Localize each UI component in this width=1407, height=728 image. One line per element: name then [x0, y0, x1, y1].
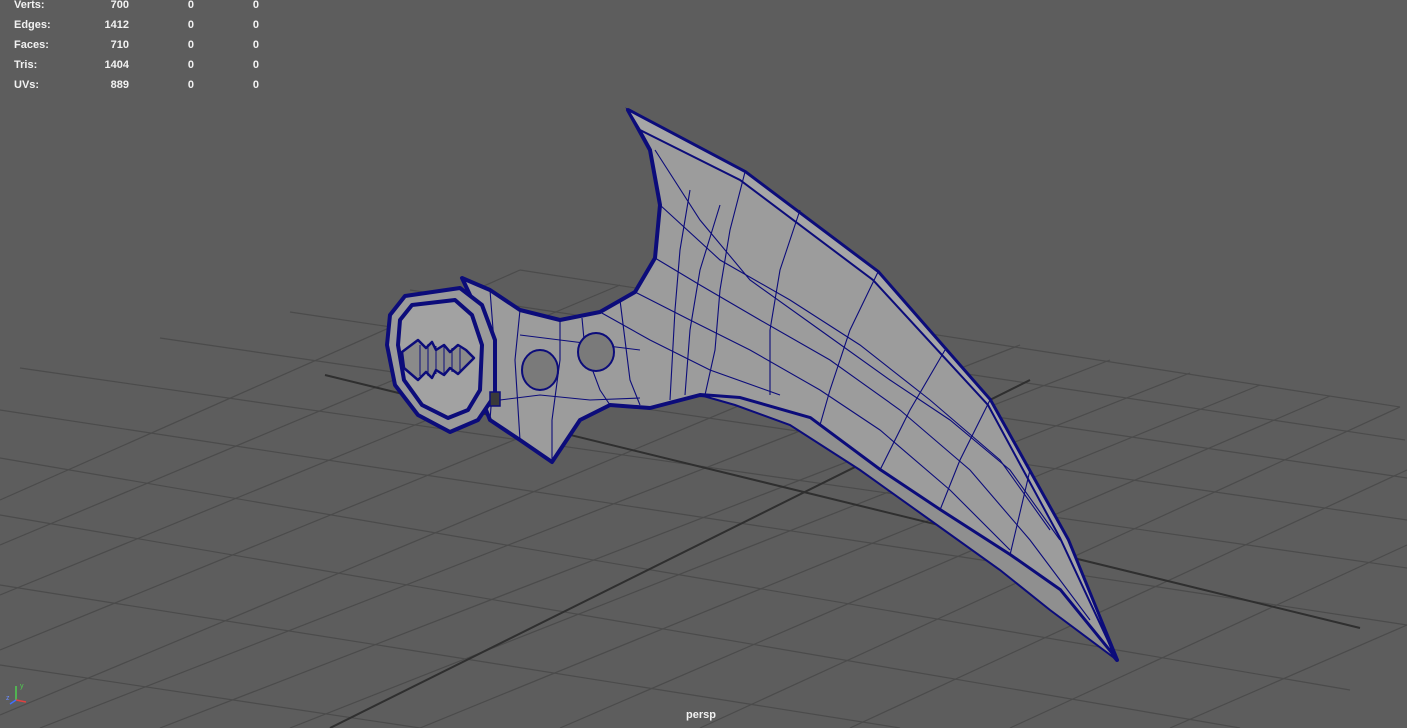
axis-gizmo-icon: y z	[6, 683, 27, 705]
viewport-scene[interactable]	[0, 0, 1407, 728]
gizmo-z-label: z	[6, 695, 10, 702]
gizmo-y-label: y	[20, 683, 24, 690]
hud-value: 700	[110, 0, 129, 11]
hud-label: Faces:	[14, 39, 49, 51]
hud-value: 1404	[104, 59, 129, 71]
hud-value: 710	[110, 39, 129, 51]
hud-value: 0	[187, 19, 194, 31]
hud-value: 0	[187, 39, 194, 51]
hud-value: 1412	[104, 19, 129, 31]
batarang-mesh[interactable]	[385, 107, 1119, 662]
poly-count-hud: Verts: 700 0 0 Edges: 1412 0 0 Faces: 71…	[0, 0, 270, 100]
hud-value: 0	[252, 59, 259, 71]
hud-value: 889	[110, 79, 129, 91]
camera-name-label: persp	[686, 709, 716, 721]
blade-hole-1	[521, 349, 559, 391]
hud-value: 0	[252, 0, 259, 11]
blade-hole-2	[577, 332, 615, 372]
hud-label: Tris:	[14, 59, 38, 71]
hud-label: UVs:	[14, 79, 40, 91]
hud-value: 0	[252, 79, 259, 91]
hud-value: 0	[187, 59, 194, 71]
hud-row-uvs: UVs: 889 0 0	[0, 79, 270, 100]
hud-label: Verts:	[14, 0, 45, 11]
hud-value: 0	[252, 39, 259, 51]
hud-value: 0	[187, 79, 194, 91]
hud-value: 0	[252, 19, 259, 31]
hud-value: 0	[187, 0, 194, 11]
rivet	[489, 391, 501, 407]
hud-label: Edges:	[14, 19, 51, 31]
perspective-viewport[interactable]: Verts: 700 0 0 Edges: 1412 0 0 Faces: 71…	[0, 0, 1407, 728]
